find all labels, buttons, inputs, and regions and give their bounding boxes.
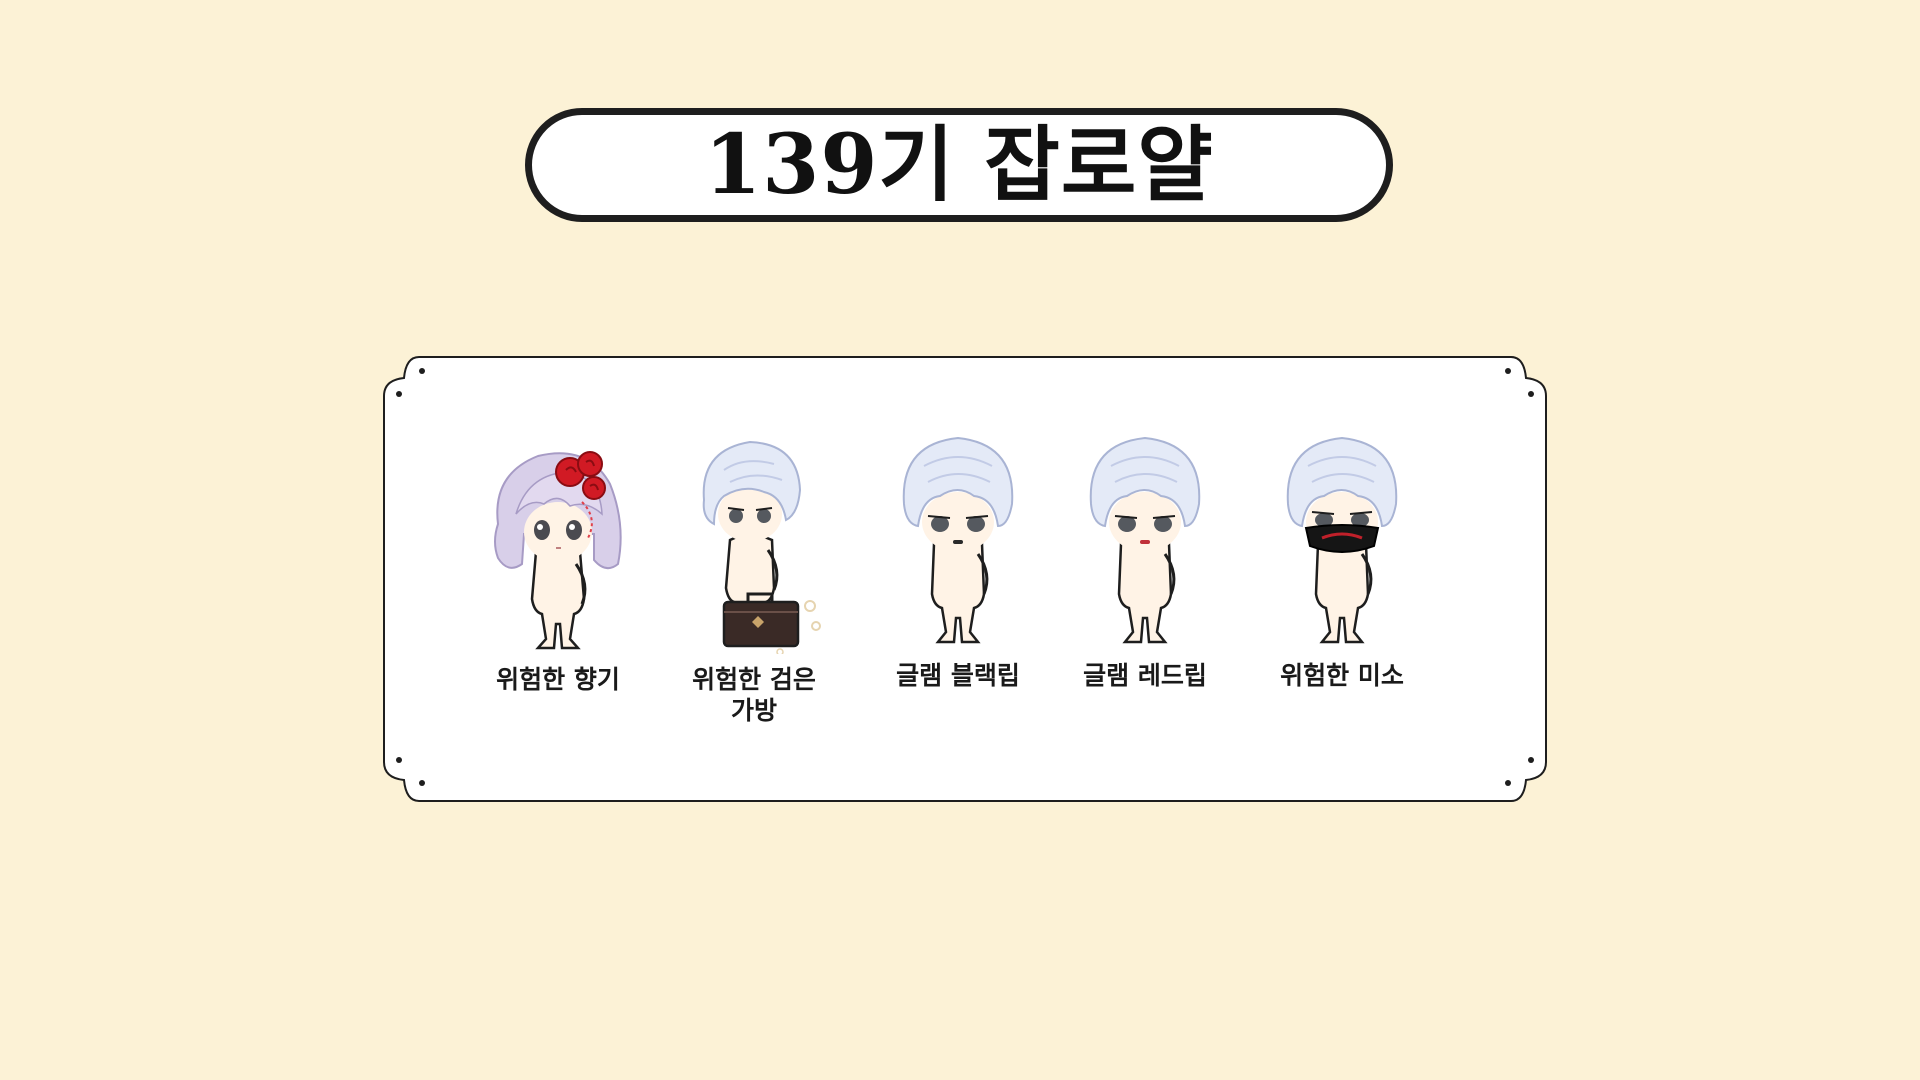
black-lip-avatar	[902, 436, 1014, 644]
item-label: 글램 레드립	[1083, 661, 1207, 690]
item-panel: 위험한 향기 위험한 검은 가방 글램 블랙립 글램 레드립 위험한 미소	[383, 356, 1547, 802]
red-rose-hair-avatar	[494, 451, 622, 650]
item-label: 위험한 향기	[496, 665, 620, 694]
item-glam-red-lip[interactable]: 글램 레드립	[1050, 426, 1240, 691]
title-banner: 139기 잡로얄	[525, 108, 1393, 222]
black-mask-avatar	[1286, 436, 1398, 644]
item-label: 위험한 미소	[1280, 661, 1404, 690]
page-title: 139기 잡로얄	[704, 117, 1214, 213]
item-label: 위험한 검은 가방	[692, 665, 816, 725]
black-bag-avatar	[702, 440, 821, 654]
item-dangerous-smile[interactable]: 위험한 미소	[1247, 426, 1437, 691]
red-lip-avatar	[1089, 436, 1201, 644]
item-glam-black-lip[interactable]: 글램 블랙립	[863, 426, 1053, 691]
item-dangerous-scent[interactable]: 위험한 향기	[463, 434, 653, 695]
item-dangerous-black-bag[interactable]: 위험한 검은 가방	[659, 430, 849, 726]
item-label: 글램 블랙립	[896, 661, 1020, 690]
